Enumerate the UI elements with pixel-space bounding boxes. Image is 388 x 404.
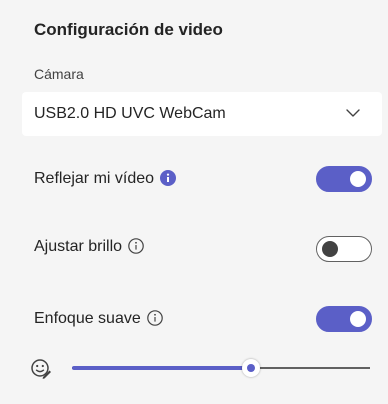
adjust-brightness-toggle[interactable] xyxy=(316,236,372,262)
soft-focus-slider[interactable] xyxy=(72,358,370,378)
panel-title: Configuración de video xyxy=(34,20,223,39)
chevron-down-icon xyxy=(346,109,360,117)
emoji-edit-icon xyxy=(31,359,51,379)
info-outline-icon[interactable] xyxy=(128,238,144,254)
adjust-brightness-row: Ajustar brillo xyxy=(34,238,144,256)
soft-focus-row: Enfoque suave xyxy=(34,310,163,328)
video-settings-panel: Configuración de video Cámara USB2.0 HD … xyxy=(0,0,388,404)
toggle-knob xyxy=(350,311,366,327)
camera-label: Cámara xyxy=(34,66,84,82)
info-filled-icon[interactable] xyxy=(160,170,177,186)
adjust-brightness-label: Ajustar brillo xyxy=(34,238,123,255)
info-outline-icon[interactable] xyxy=(146,310,163,326)
soft-focus-toggle[interactable] xyxy=(316,306,372,332)
camera-selected-value: USB2.0 HD UVC WebCam xyxy=(34,105,226,122)
slider-thumb[interactable] xyxy=(242,359,260,377)
slider-fill xyxy=(72,366,251,370)
mirror-video-toggle[interactable] xyxy=(316,166,372,192)
camera-dropdown[interactable]: USB2.0 HD UVC WebCam xyxy=(22,92,382,136)
soft-focus-label: Enfoque suave xyxy=(34,310,141,327)
toggle-knob xyxy=(322,241,338,257)
mirror-video-label: Reflejar mi vídeo xyxy=(34,170,155,187)
toggle-knob xyxy=(350,171,366,187)
mirror-video-row: Reflejar mi vídeo xyxy=(34,170,177,188)
